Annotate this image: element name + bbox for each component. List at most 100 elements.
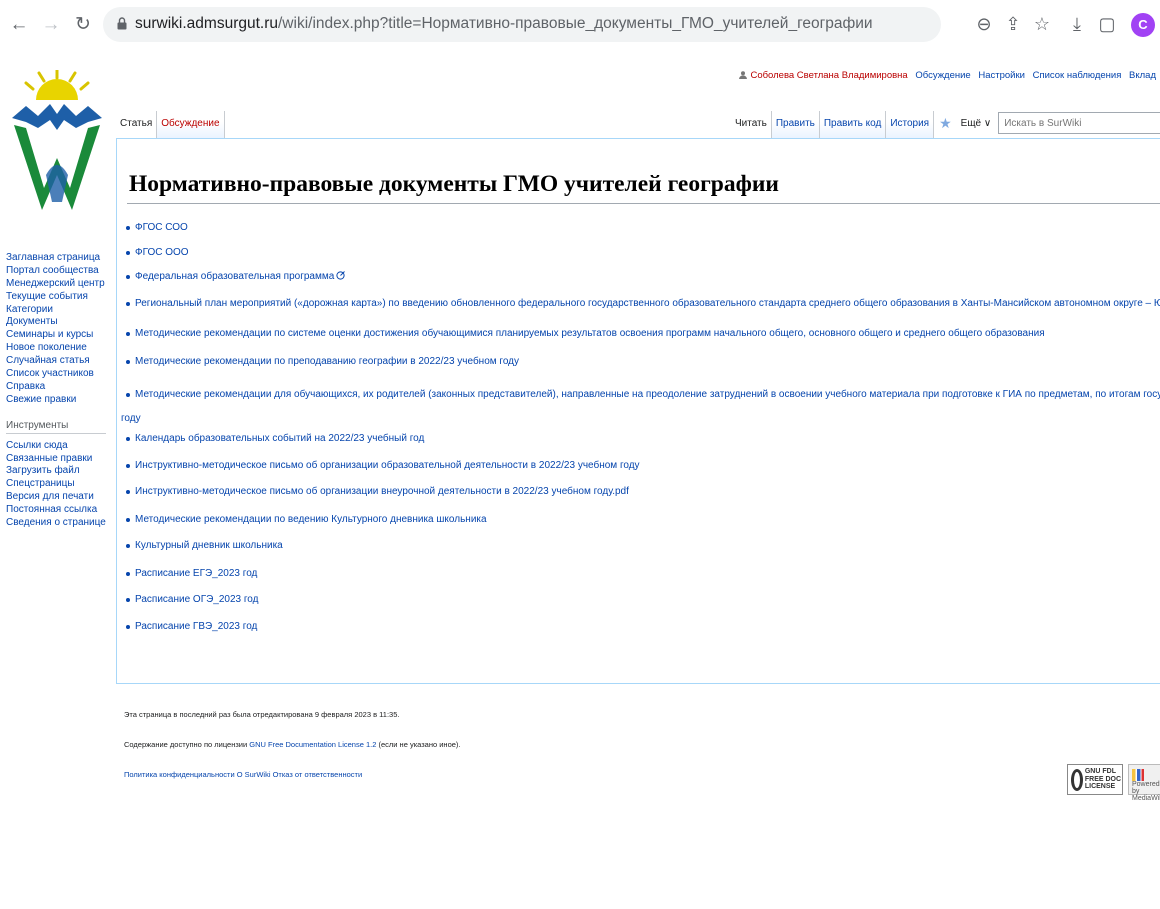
user-page-link[interactable]: Соболева Светлана Владимировна (750, 70, 907, 81)
bullet (126, 572, 130, 576)
list-item: Календарь образовательных событий на 202… (121, 432, 1160, 459)
url-path: /wiki/index.php?title=Нормативно-правовы… (278, 15, 873, 32)
mediawiki-logo-icon (1132, 769, 1144, 781)
tab-history[interactable]: История (886, 111, 935, 138)
document-link[interactable]: Расписание ОГЭ_2023 год (135, 594, 258, 605)
sidebar-item-community-portal[interactable]: Портал сообщества (6, 265, 111, 278)
mediawiki-badge[interactable]: Powered by MediaWiki (1128, 764, 1160, 802)
document-link[interactable]: Методические рекомендации по системе оце… (135, 328, 1045, 339)
bullet (126, 251, 130, 255)
document-link[interactable]: ФГОС ООО (135, 247, 189, 258)
preferences-link[interactable]: Настройки (978, 70, 1025, 81)
bullet (126, 360, 130, 364)
profile-avatar[interactable]: C (1131, 13, 1155, 37)
url-text[interactable]: surwiki.admsurgut.ru/wiki/index.php?titl… (135, 15, 873, 33)
search-input[interactable] (998, 112, 1160, 134)
document-link[interactable]: ФГОС СОО (135, 222, 188, 233)
list-item: Расписание ЕГЭ_2023 год (121, 567, 1160, 593)
document-link[interactable]: Методические рекомендации по преподавани… (135, 356, 519, 367)
list-item: Инструктивно-методическое письмо об орга… (121, 485, 1160, 513)
bullet (126, 544, 130, 548)
list-item: ФГОС СОО (121, 221, 1160, 246)
navigation-portal: Заглавная страница Портал сообщества Мен… (6, 252, 111, 407)
document-link[interactable]: Инструктивно-методическое письмо об орга… (135, 460, 640, 471)
back-icon[interactable]: ← (8, 14, 30, 36)
tab-edit[interactable]: Править (771, 111, 820, 138)
sidebar-item-documents[interactable]: Документы (6, 316, 111, 329)
sidebar: Заглавная страница Портал сообщества Мен… (6, 252, 111, 530)
sidebar-item-recent-changes[interactable]: Свежие правки (6, 394, 111, 407)
user-talk-link[interactable]: Обсуждение (915, 70, 970, 81)
list-item: Культурный дневник школьника (121, 539, 1160, 567)
license-prefix: Содержание доступно по лицензии (124, 740, 250, 749)
sidebar-item-permanent-link[interactable]: Постоянная ссылка (6, 504, 111, 517)
sidebar-item-help[interactable]: Справка (6, 381, 111, 394)
bullet (126, 332, 130, 336)
document-link[interactable]: Расписание ЕГЭ_2023 год (135, 568, 257, 579)
sidebar-item-current-events[interactable]: Текущие события (6, 291, 111, 304)
sidebar-item-page-info[interactable]: Сведения о странице (6, 517, 111, 530)
document-link[interactable]: Расписание ГВЭ_2023 год (135, 621, 257, 632)
tab-read[interactable]: Читать (731, 111, 772, 138)
share-icon[interactable]: ⇪ (1001, 12, 1025, 36)
bullet (126, 625, 130, 629)
disclaimer-link[interactable]: Отказ от ответственности (273, 770, 363, 779)
bullet (126, 275, 130, 279)
bullet (126, 490, 130, 494)
gfdl-logo-icon (1071, 768, 1083, 791)
document-link[interactable]: Методические рекомендации по ведению Кул… (135, 514, 487, 525)
sidebar-item-categories[interactable]: Категории (6, 304, 111, 317)
list-item: Методические рекомендации по преподавани… (121, 355, 1160, 383)
url-host: surwiki.admsurgut.ru (135, 15, 278, 32)
sidebar-icon[interactable]: ▢ (1095, 12, 1119, 36)
list-item: Расписание ГВЭ_2023 год (121, 620, 1160, 640)
gfdl-badge[interactable]: GNU FDL FREE DOC LICENSE (1067, 764, 1123, 795)
sidebar-item-users-list[interactable]: Список участников (6, 368, 111, 381)
bullet (126, 437, 130, 441)
more-menu[interactable]: Ещё ∨ (957, 111, 996, 129)
bullet (126, 393, 130, 397)
tab-talk[interactable]: Обсуждение (157, 111, 225, 138)
tab-edit-source[interactable]: Править код (819, 111, 887, 138)
contributions-link[interactable]: Вклад (1129, 70, 1156, 81)
document-link[interactable]: Методические рекомендации для обучающихс… (135, 389, 1160, 400)
document-link[interactable]: Региональный план мероприятий («дорожная… (135, 298, 1160, 309)
sidebar-item-special-pages[interactable]: Спецстраницы (6, 478, 111, 491)
heading-divider (127, 203, 1160, 204)
sidebar-item-what-links-here[interactable]: Ссылки сюда (6, 440, 111, 453)
privacy-link[interactable]: Политика конфиденциальности (124, 770, 235, 779)
zoom-icon[interactable]: ⊖ (972, 12, 996, 36)
sidebar-item-new-generation[interactable]: Новое поколение (6, 342, 111, 355)
forward-icon[interactable]: → (40, 14, 62, 36)
address-bar[interactable]: surwiki.admsurgut.ru/wiki/index.php?titl… (103, 7, 941, 42)
footer-lastmod: Эта страница в последний раз была отреда… (124, 710, 400, 719)
sidebar-item-seminars[interactable]: Семинары и курсы (6, 329, 111, 342)
sidebar-item-printable-version[interactable]: Версия для печати (6, 491, 111, 504)
sidebar-item-manager-center[interactable]: Менеджерский центр (6, 278, 111, 291)
gfdl-badge-text: GNU FDL FREE DOC LICENSE (1084, 768, 1122, 791)
sidebar-item-related-changes[interactable]: Связанные правки (6, 453, 111, 466)
sidebar-item-upload-file[interactable]: Загрузить файл (6, 465, 111, 478)
document-link-continuation[interactable]: году (121, 413, 141, 424)
bullet (126, 518, 130, 522)
tools-portal: Ссылки сюда Связанные правки Загрузить ф… (6, 440, 111, 530)
lock-icon[interactable] (117, 17, 127, 30)
sidebar-item-random-article[interactable]: Случайная статья (6, 355, 111, 368)
bookmark-star-icon[interactable]: ☆ (1030, 12, 1054, 36)
reload-icon[interactable]: ↻ (72, 14, 94, 36)
document-link[interactable]: Федеральная образовательная программа (135, 271, 334, 282)
document-link[interactable]: Культурный дневник школьника (135, 540, 283, 551)
document-link[interactable]: Календарь образовательных событий на 202… (135, 433, 424, 444)
download-icon[interactable]: ⤓ (1065, 12, 1089, 36)
tab-article[interactable]: Статья (116, 111, 158, 138)
document-link[interactable]: Инструктивно-методическое письмо об орга… (135, 486, 629, 497)
list-item: Расписание ОГЭ_2023 год (121, 593, 1160, 620)
watch-star-icon[interactable]: ★ (934, 111, 957, 138)
list-item: Федеральная образовательная программа (121, 270, 1160, 297)
watchlist-link[interactable]: Список наблюдения (1033, 70, 1122, 81)
license-link[interactable]: GNU Free Documentation License 1.2 (249, 740, 376, 749)
footer-places: Политика конфиденциальности О SurWiki От… (124, 770, 362, 779)
sidebar-item-main-page[interactable]: Заглавная страница (6, 252, 111, 265)
site-logo[interactable] (6, 70, 108, 215)
about-link[interactable]: О SurWiki (237, 770, 271, 779)
